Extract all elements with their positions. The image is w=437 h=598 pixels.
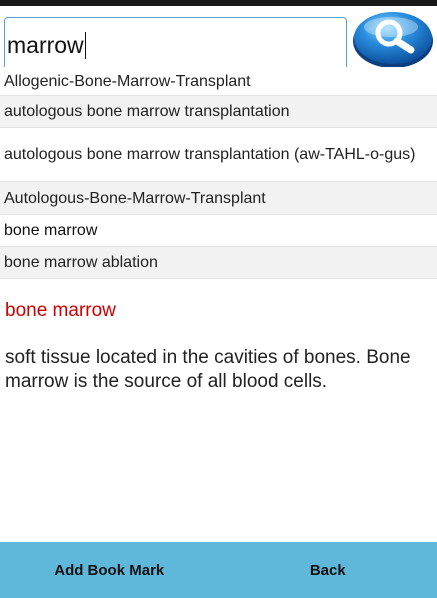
suggestion-label: Autologous-Bone-Marrow-Transplant: [4, 189, 266, 207]
bottom-bar: Add Book Mark Back: [0, 542, 437, 598]
suggestion-item[interactable]: bone marrow ablation: [0, 247, 437, 279]
suggestion-item[interactable]: bone marrow: [0, 215, 437, 247]
suggestion-item[interactable]: autologous bone marrow transplantation: [0, 96, 437, 128]
definition-panel: bone marrow soft tissue located in the c…: [5, 298, 425, 394]
suggestion-item[interactable]: Allogenic-Bone-Marrow-Transplant: [0, 67, 437, 96]
suggestion-label: bone marrow ablation: [4, 254, 158, 271]
definition-text: soft tissue located in the cavities of b…: [5, 347, 411, 392]
suggestion-list: Allogenic-Bone-Marrow-Transplant autolog…: [0, 67, 437, 279]
search-input-text: marrow: [7, 31, 84, 58]
suggestion-label: autologous bone marrow transplantation (…: [4, 146, 416, 163]
search-icon: [353, 12, 436, 70]
suggestion-item[interactable]: autologous bone marrow transplantation (…: [0, 128, 437, 182]
suggestion-label: bone marrow: [4, 222, 98, 239]
search-row: marrow: [0, 6, 437, 73]
text-caret: [84, 31, 87, 59]
back-button[interactable]: Back: [219, 542, 437, 598]
suggestion-label: autologous bone marrow transplantation: [4, 103, 290, 120]
search-button[interactable]: [351, 8, 436, 70]
suggestion-label: Allogenic-Bone-Marrow-Transplant: [4, 72, 251, 90]
definition-term: bone marrow: [5, 300, 116, 321]
app-screen: marrow Allogenic-Bone-Marrow-Transplant …: [0, 0, 437, 598]
add-bookmark-button[interactable]: Add Book Mark: [0, 542, 219, 598]
search-input[interactable]: marrow: [4, 17, 347, 73]
suggestion-item[interactable]: Autologous-Bone-Marrow-Transplant: [0, 182, 437, 215]
